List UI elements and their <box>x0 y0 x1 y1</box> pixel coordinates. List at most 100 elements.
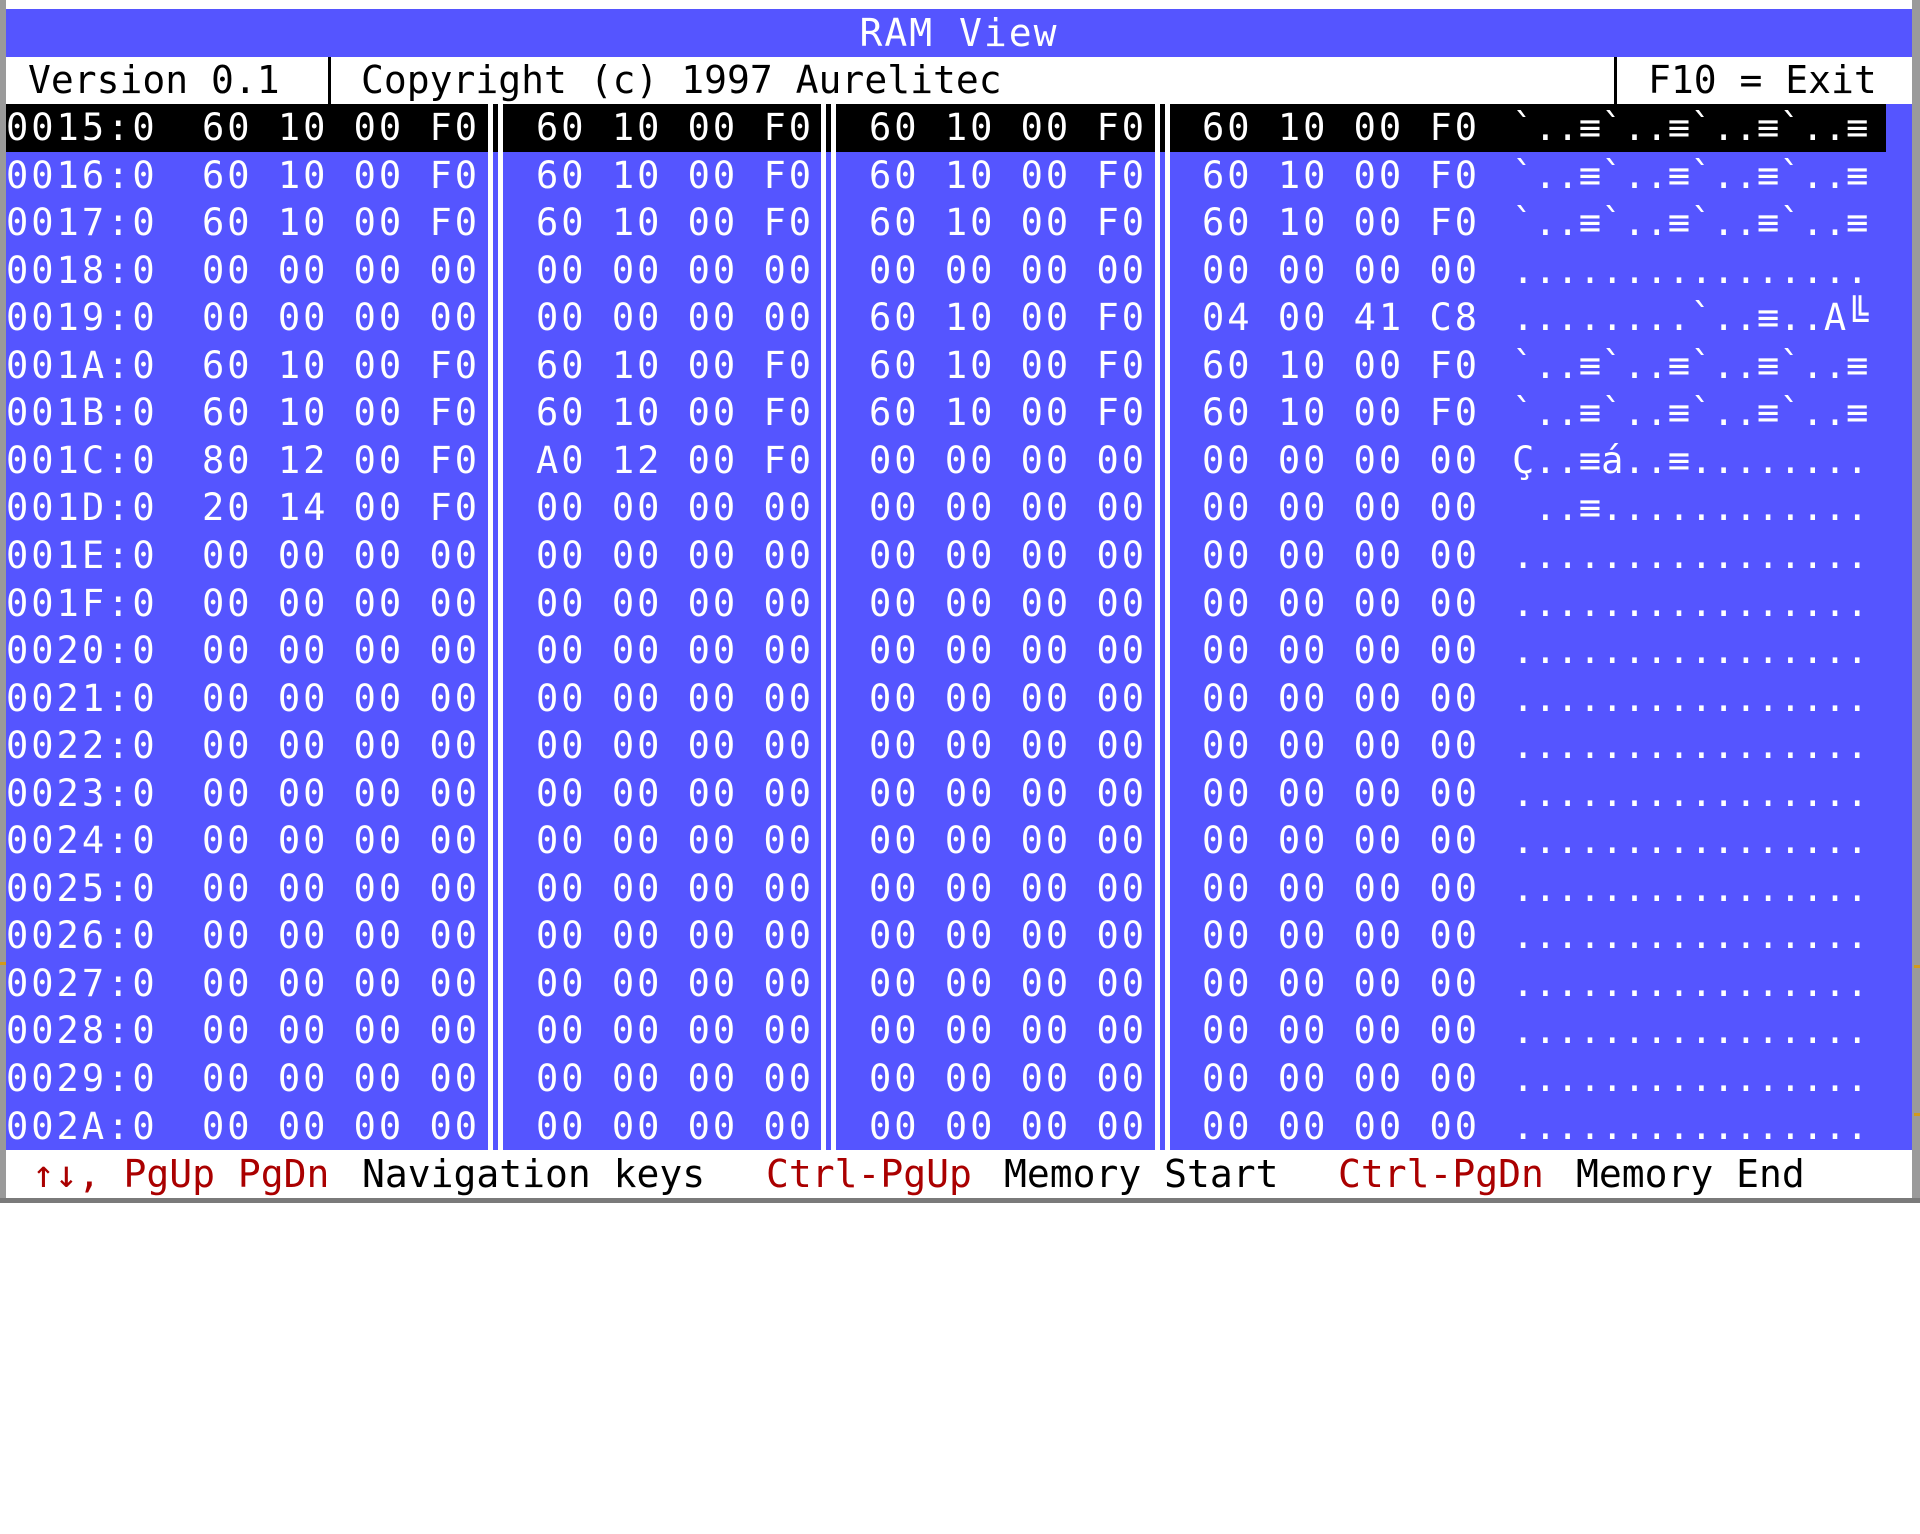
row-address: 0022:0 <box>6 724 158 768</box>
memory-row-selected[interactable]: 0015:0 60 10 00 F0 60 10 00 F0 60 10 00 F0 6… <box>6 104 1912 152</box>
memory-row[interactable]: 0024:0 00 00 00 00 00 00 00 00 00 00 00 00 0… <box>6 817 1912 865</box>
byte-group-4: 00 00 00 00 <box>1202 438 1481 482</box>
resize-marker <box>1914 965 1920 968</box>
byte-group-3: 00 00 00 00 <box>869 771 1148 815</box>
byte-group-3: 00 00 00 00 <box>869 724 1148 768</box>
column-separator <box>831 104 836 1150</box>
byte-group-1: 60 10 00 F0 <box>202 201 481 245</box>
ascii-preview: ................ <box>1512 866 1869 910</box>
byte-group-3: 00 00 00 00 <box>869 581 1148 625</box>
memory-row[interactable]: 001B:0 60 10 00 F0 60 10 00 F0 60 10 00 F0 6… <box>6 389 1912 437</box>
byte-group-1: 60 10 00 F0 <box>202 343 481 387</box>
memory-row[interactable]: 0025:0 00 00 00 00 00 00 00 00 00 00 00 00 0… <box>6 865 1912 913</box>
byte-group-1: 00 00 00 00 <box>202 724 481 768</box>
memory-row[interactable]: 002A:0 00 00 00 00 00 00 00 00 00 00 00 00 0… <box>6 1103 1912 1151</box>
byte-group-4: 00 00 00 00 <box>1202 819 1481 863</box>
memory-row[interactable]: 001C:0 80 12 00 F0 A0 12 00 F0 00 00 00 00 0… <box>6 437 1912 485</box>
byte-group-3: 00 00 00 00 <box>869 1057 1148 1100</box>
memory-row[interactable]: 001F:0 00 00 00 00 00 00 00 00 00 00 00 00 0… <box>6 580 1912 628</box>
ascii-preview: `..≡`..≡`..≡`..≡ <box>1512 343 1869 387</box>
byte-group-4: 04 00 41 C8 <box>1202 296 1481 340</box>
byte-group-1: 00 00 00 00 <box>202 771 481 815</box>
byte-group-3: 00 00 00 00 <box>869 248 1148 292</box>
ascii-preview: `..≡`..≡`..≡`..≡ <box>1512 153 1869 197</box>
memory-grid[interactable]: 0015:0 60 10 00 F0 60 10 00 F0 60 10 00 F0 6… <box>6 104 1912 1150</box>
exit-hint[interactable]: F10 = Exit <box>1648 57 1877 104</box>
memory-row[interactable]: 0026:0 00 00 00 00 00 00 00 00 00 00 00 00 0… <box>6 912 1912 960</box>
memory-row[interactable]: 0021:0 00 00 00 00 00 00 00 00 00 00 00 00 0… <box>6 675 1912 723</box>
memory-row[interactable]: 001A:0 60 10 00 F0 60 10 00 F0 60 10 00 F0 6… <box>6 342 1912 390</box>
memory-row[interactable]: 0017:0 60 10 00 F0 60 10 00 F0 60 10 00 F0 6… <box>6 199 1912 247</box>
byte-group-4: 60 10 00 F0 <box>1202 391 1481 435</box>
column-separator <box>1155 104 1160 1150</box>
byte-group-1: 00 00 00 00 <box>202 296 481 340</box>
byte-group-1: 00 00 00 00 <box>202 1104 481 1148</box>
byte-group-2: 00 00 00 00 <box>536 581 815 625</box>
column-separator <box>821 104 826 1150</box>
byte-group-3: 00 00 00 00 <box>869 914 1148 958</box>
memory-row[interactable]: 0018:0 00 00 00 00 00 00 00 00 00 00 00 00 0… <box>6 247 1912 295</box>
ascii-preview: ................ <box>1512 629 1869 673</box>
memory-row[interactable]: 001E:0 00 00 00 00 00 00 00 00 00 00 00 00 0… <box>6 532 1912 580</box>
byte-group-4: 00 00 00 00 <box>1202 629 1481 673</box>
memory-row[interactable]: 0028:0 00 00 00 00 00 00 00 00 00 00 00 00 0… <box>6 1007 1912 1055</box>
byte-group-2: 60 10 00 F0 <box>536 343 815 387</box>
byte-group-4: 00 00 00 00 <box>1202 866 1481 910</box>
row-address: 0024:0 <box>6 819 158 863</box>
column-separator <box>488 104 493 1150</box>
ascii-preview: ................ <box>1512 676 1869 720</box>
nav-keys-hint: ↑↓, PgUp PgDn <box>32 1152 330 1196</box>
byte-group-3: 60 10 00 F0 <box>869 296 1148 340</box>
ascii-preview: `..≡`..≡`..≡`..≡ <box>1512 391 1869 435</box>
memory-row[interactable]: 0029:0 00 00 00 00 00 00 00 00 00 00 00 00 0… <box>6 1055 1912 1103</box>
row-address: 0025:0 <box>6 866 158 910</box>
memory-end-desc: Memory End <box>1576 1152 1805 1196</box>
byte-group-2: 00 00 00 00 <box>536 629 815 673</box>
memory-row[interactable]: 0019:0 00 00 00 00 00 00 00 00 60 10 00 F0 0… <box>6 294 1912 342</box>
memory-end-key[interactable]: Ctrl-PgDn <box>1338 1150 1544 1198</box>
memory-row[interactable]: 0027:0 00 00 00 00 00 00 00 00 00 00 00 00 0… <box>6 960 1912 1008</box>
byte-group-2: 00 00 00 00 <box>536 1009 815 1053</box>
nav-keys-desc: Navigation keys <box>362 1152 706 1196</box>
byte-group-1: 80 12 00 F0 <box>202 438 481 482</box>
memory-row[interactable]: 0023:0 00 00 00 00 00 00 00 00 00 00 00 00 0… <box>6 770 1912 818</box>
ascii-preview: Ç..≡á..≡........ <box>1512 438 1869 482</box>
byte-group-4: 60 10 00 F0 <box>1202 153 1481 197</box>
byte-group-1: 00 00 00 00 <box>202 533 481 577</box>
byte-group-2: 00 00 00 00 <box>536 676 815 720</box>
byte-group-4: 00 00 00 00 <box>1202 581 1481 625</box>
byte-group-3: 00 00 00 00 <box>869 629 1148 673</box>
byte-group-4: 00 00 00 00 <box>1202 1009 1481 1053</box>
byte-group-3: 00 00 00 00 <box>869 676 1148 720</box>
byte-group-1: 60 10 00 F0 <box>202 153 481 197</box>
row-address: 001E:0 <box>6 533 158 577</box>
version-label: Version 0.1 <box>28 58 280 102</box>
byte-group-2: 60 10 00 F0 <box>536 153 815 197</box>
byte-group-2: 00 00 00 00 <box>536 1104 815 1148</box>
byte-group-2: 00 00 00 00 <box>536 1057 815 1100</box>
byte-group-3: 00 00 00 00 <box>869 819 1148 863</box>
byte-group-3: 60 10 00 F0 <box>869 391 1148 435</box>
memory-row[interactable]: 0022:0 00 00 00 00 00 00 00 00 00 00 00 00 0… <box>6 722 1912 770</box>
row-address: 0018:0 <box>6 248 158 292</box>
byte-group-2: 60 10 00 F0 <box>536 201 815 245</box>
byte-group-1: 20 14 00 F0 <box>202 486 481 530</box>
row-address: 0026:0 <box>6 914 158 958</box>
status-bar: ↑↓, PgUp PgDn Navigation keys Ctrl-PgUp … <box>6 1150 1912 1198</box>
ascii-preview: ................ <box>1512 771 1869 815</box>
row-address: 001F:0 <box>6 581 158 625</box>
ascii-preview: ................ <box>1512 1009 1869 1053</box>
byte-group-2: 00 00 00 00 <box>536 248 815 292</box>
memory-row[interactable]: 0016:0 60 10 00 F0 60 10 00 F0 60 10 00 F0 6… <box>6 152 1912 200</box>
ascii-preview: ................ <box>1512 581 1869 625</box>
byte-group-3: 00 00 00 00 <box>869 1009 1148 1053</box>
byte-group-4: 00 00 00 00 <box>1202 486 1481 530</box>
window-border-right <box>1912 0 1920 1203</box>
memory-row[interactable]: 001D:0 20 14 00 F0 00 00 00 00 00 00 00 00 0… <box>6 484 1912 532</box>
byte-group-2: 00 00 00 00 <box>536 533 815 577</box>
byte-group-4: 60 10 00 F0 <box>1202 201 1481 245</box>
byte-group-4: 60 10 00 F0 <box>1202 343 1481 387</box>
row-address: 0023:0 <box>6 771 158 815</box>
memory-start-key[interactable]: Ctrl-PgUp <box>766 1150 972 1198</box>
memory-row[interactable]: 0020:0 00 00 00 00 00 00 00 00 00 00 00 00 0… <box>6 627 1912 675</box>
